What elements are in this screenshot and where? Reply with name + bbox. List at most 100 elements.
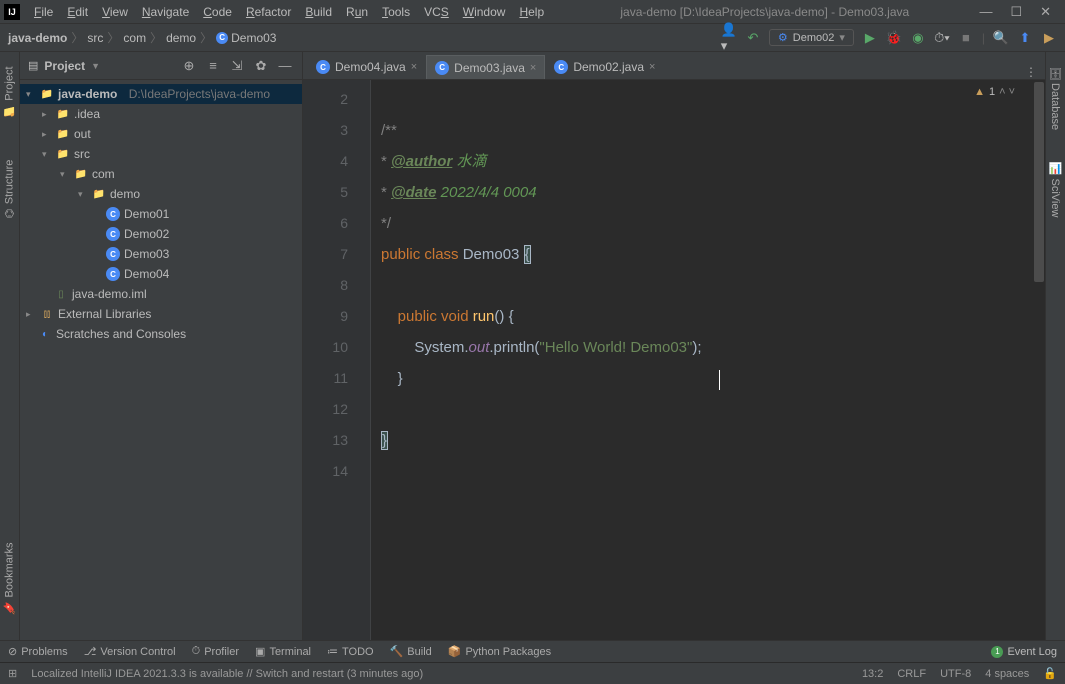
editor-gutter: 2 3 4 5 6 7 8 9 10 11 12 13 14 <box>303 80 371 640</box>
inspection-widget[interactable]: ▲ 1 ˄ ˅ <box>974 86 1015 98</box>
menu-file[interactable]: File <box>28 3 59 21</box>
tree-demo[interactable]: ▾📁demo <box>20 184 302 204</box>
breadcrumbs: java-demo 〉 src 〉 com 〉 demo 〉 CDemo03 <box>8 29 276 46</box>
tab-menu-icon[interactable]: ⋮ <box>1025 65 1037 79</box>
crumb-demo[interactable]: demo <box>166 31 196 45</box>
status-window-icon[interactable]: ⊞ <box>8 667 17 680</box>
warning-icon: ▲ <box>974 86 985 98</box>
run-config-icon: ⚙ <box>778 31 788 44</box>
tool-build[interactable]: 🔨 Build <box>390 645 432 658</box>
tool-sciview-tab[interactable]: 📊 SciView <box>1047 156 1064 223</box>
update-icon[interactable]: ⬆ <box>1017 30 1033 46</box>
tool-project-tab[interactable]: 📁Project <box>1 60 18 124</box>
run-icon[interactable]: ▶ <box>862 30 878 46</box>
editor-scrollbar[interactable] <box>1033 80 1045 640</box>
tree-demo03[interactable]: CDemo03 <box>20 244 302 264</box>
bottom-toolbar: ⊘ Problems ⎇ Version Control ⏱ Profiler … <box>0 640 1065 662</box>
toolbar-right: 👤▾ ↶ ⚙ Demo02 ▾ ▶ 🐞 ◉ ⏱▾ ■ | 🔍 ⬆ ▶ <box>721 29 1057 46</box>
user-icon[interactable]: 👤▾ <box>721 30 737 46</box>
hide-panel-icon[interactable]: — <box>276 58 294 73</box>
menu-vcs[interactable]: VCS <box>418 3 455 21</box>
select-opened-icon[interactable]: ⊕ <box>180 58 198 74</box>
tool-structure-tab[interactable]: ⌬Structure <box>1 154 18 224</box>
ide-features-icon[interactable]: ▶ <box>1041 30 1057 46</box>
menu-refactor[interactable]: Refactor <box>240 3 297 21</box>
tab-demo03[interactable]: CDemo03.java× <box>426 55 545 79</box>
status-indent[interactable]: 4 spaces <box>985 668 1029 680</box>
collapse-all-icon[interactable]: ⇲ <box>228 58 246 74</box>
menu-tools[interactable]: Tools <box>376 3 416 21</box>
search-icon[interactable]: 🔍 <box>993 30 1009 46</box>
tool-profiler[interactable]: ⏱ Profiler <box>192 645 239 658</box>
code-area[interactable]: /** * @author 水滴 * @date 2022/4/4 0004 *… <box>371 80 1045 640</box>
tree-demo01[interactable]: CDemo01 <box>20 204 302 224</box>
project-panel: ▤ Project ▼ ⊕ ≡ ⇲ ✿ — ▾📁 java-demo D:\Id… <box>20 52 303 640</box>
status-encoding[interactable]: UTF-8 <box>940 668 971 680</box>
status-bar: ⊞ Localized IntelliJ IDEA 2021.3.3 is av… <box>0 662 1065 684</box>
editor-body[interactable]: 2 3 4 5 6 7 8 9 10 11 12 13 14 /** * @au… <box>303 80 1045 640</box>
stop-icon[interactable]: ■ <box>958 30 974 46</box>
tree-com[interactable]: ▾📁com <box>20 164 302 184</box>
tab-close-icon[interactable]: × <box>530 62 536 74</box>
scrollbar-thumb[interactable] <box>1034 82 1044 282</box>
crumb-class[interactable]: CDemo03 <box>216 31 276 45</box>
tree-demo02[interactable]: CDemo02 <box>20 224 302 244</box>
tool-todo[interactable]: ≔ TODO <box>327 645 374 658</box>
tab-close-icon[interactable]: × <box>411 61 417 73</box>
run-config-selector[interactable]: ⚙ Demo02 ▾ <box>769 29 854 46</box>
tool-terminal[interactable]: ▣ Terminal <box>255 645 311 658</box>
tree-external-libs[interactable]: ▸⫾⫾External Libraries <box>20 304 302 324</box>
tool-python-packages[interactable]: 📦 Python Packages <box>448 645 551 658</box>
tab-demo02[interactable]: CDemo02.java× <box>545 55 664 79</box>
settings-icon[interactable]: ✿ <box>252 58 270 74</box>
tree-iml[interactable]: ▯java-demo.iml <box>20 284 302 304</box>
editor-area: CDemo04.java× CDemo03.java× CDemo02.java… <box>303 52 1045 640</box>
expand-all-icon[interactable]: ≡ <box>204 58 222 73</box>
window-title: java-demo [D:\IdeaProjects\java-demo] - … <box>620 5 909 19</box>
tool-problems[interactable]: ⊘ Problems <box>8 645 68 658</box>
tree-src[interactable]: ▾📁src <box>20 144 302 164</box>
menu-code[interactable]: Code <box>197 3 238 21</box>
window-controls: — ☐ ✕ <box>979 4 1051 20</box>
tree-demo04[interactable]: CDemo04 <box>20 264 302 284</box>
tree-out[interactable]: ▸📁out <box>20 124 302 144</box>
tab-demo04[interactable]: CDemo04.java× <box>307 55 426 79</box>
menu-edit[interactable]: Edit <box>61 3 94 21</box>
profile-icon[interactable]: ⏱▾ <box>934 30 950 46</box>
tool-bookmarks-tab[interactable]: 🔖Bookmarks <box>1 536 18 620</box>
status-line-separator[interactable]: CRLF <box>897 668 926 680</box>
crumb-project[interactable]: java-demo <box>8 31 67 45</box>
titlebar: IJ File Edit View Navigate Code Refactor… <box>0 0 1065 24</box>
tree-root[interactable]: ▾📁 java-demo D:\IdeaProjects\java-demo <box>20 84 302 104</box>
minimize-icon[interactable]: — <box>979 4 992 20</box>
editor-tabs: CDemo04.java× CDemo03.java× CDemo02.java… <box>303 52 1045 80</box>
coverage-icon[interactable]: ◉ <box>910 30 926 46</box>
crumb-com[interactable]: com <box>123 31 146 45</box>
tool-database-tab[interactable]: 🗄 Database <box>1047 60 1064 136</box>
debug-icon[interactable]: 🐞 <box>886 30 902 46</box>
back-icon[interactable]: ↶ <box>745 30 761 46</box>
menu-window[interactable]: Window <box>457 3 512 21</box>
text-cursor <box>719 370 720 390</box>
menu-help[interactable]: Help <box>513 3 550 21</box>
menu-run[interactable]: Run <box>340 3 374 21</box>
close-icon[interactable]: ✕ <box>1040 4 1051 20</box>
project-panel-title[interactable]: Project <box>44 59 85 73</box>
tool-version-control[interactable]: ⎇ Version Control <box>84 645 176 658</box>
status-message[interactable]: Localized IntelliJ IDEA 2021.3.3 is avai… <box>31 668 848 680</box>
maximize-icon[interactable]: ☐ <box>1010 4 1022 20</box>
tree-idea[interactable]: ▸📁.idea <box>20 104 302 124</box>
tab-close-icon[interactable]: × <box>649 61 655 73</box>
tool-event-log[interactable]: 1Event Log <box>991 646 1057 658</box>
crumb-src[interactable]: src <box>87 31 103 45</box>
readonly-lock-icon[interactable]: 🔓 <box>1043 667 1057 680</box>
right-tool-stripe: 🗄 Database 📊 SciView <box>1045 52 1065 640</box>
menu-navigate[interactable]: Navigate <box>136 3 195 21</box>
navigation-bar: java-demo 〉 src 〉 com 〉 demo 〉 CDemo03 👤… <box>0 24 1065 52</box>
app-logo-icon: IJ <box>4 4 20 20</box>
menu-view[interactable]: View <box>96 3 134 21</box>
tree-scratches[interactable]: ◐Scratches and Consoles <box>20 324 302 344</box>
main-menu: File Edit View Navigate Code Refactor Bu… <box>28 3 550 21</box>
status-position[interactable]: 13:2 <box>862 668 883 680</box>
menu-build[interactable]: Build <box>299 3 338 21</box>
